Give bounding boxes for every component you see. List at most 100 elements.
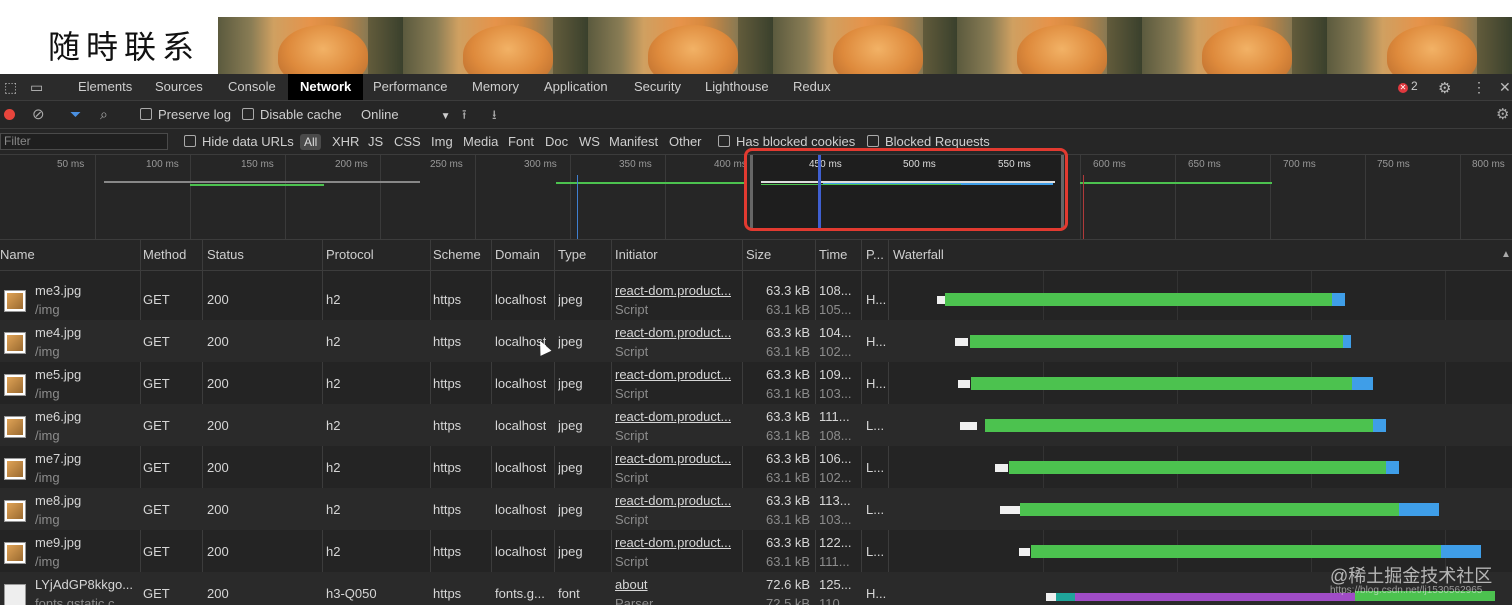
- overview-tick: 650 ms: [1188, 159, 1221, 170]
- filter-manifest[interactable]: Manifest: [609, 129, 658, 154]
- image-thumbnail-icon: [4, 416, 26, 438]
- overview-tick: 300 ms: [524, 159, 557, 170]
- export-har-icon[interactable]: ⭳: [492, 101, 497, 128]
- request-method: GET: [143, 460, 170, 475]
- table-row[interactable]: me8.jpg /img GET 200 h2 https localhost …: [0, 488, 1512, 530]
- initiator-link[interactable]: react-dom.product...: [615, 367, 731, 382]
- table-row[interactable]: me3.jpg /img GET 200 h2 https localhost …: [0, 278, 1512, 320]
- column-domain[interactable]: Domain: [495, 240, 540, 270]
- request-scheme: https: [433, 586, 462, 601]
- filter-css[interactable]: CSS: [394, 129, 421, 154]
- more-options-icon[interactable]: ⋮: [1472, 79, 1486, 96]
- column-priority[interactable]: P...: [866, 240, 884, 270]
- filter-doc[interactable]: Doc: [545, 129, 568, 154]
- cat-image: [587, 17, 773, 74]
- filter-font[interactable]: Font: [508, 129, 534, 154]
- request-domain: localhost: [495, 292, 547, 307]
- clear-icon[interactable]: ⊘: [32, 101, 45, 128]
- column-waterfall[interactable]: Waterfall: [893, 240, 944, 270]
- column-scheme[interactable]: Scheme: [433, 240, 481, 270]
- request-protocol: h2: [326, 334, 341, 349]
- filter-img[interactable]: Img: [431, 129, 453, 154]
- search-icon[interactable]: ⌕: [100, 101, 108, 128]
- network-settings-icon[interactable]: ⚙: [1496, 101, 1509, 128]
- filter-all[interactable]: All: [300, 134, 322, 150]
- inspect-element-icon[interactable]: ⬚: [4, 79, 17, 96]
- request-method: GET: [143, 502, 170, 517]
- tab-security[interactable]: Security: [628, 74, 687, 100]
- request-name: me9.jpg: [35, 535, 82, 550]
- request-priority: L...: [866, 502, 885, 517]
- hide-data-urls-checkbox[interactable]: Hide data URLs: [184, 129, 294, 154]
- request-domain: localhost: [495, 460, 547, 475]
- column-method[interactable]: Method: [143, 240, 186, 270]
- filter-media[interactable]: Media: [463, 129, 498, 154]
- request-status: 200: [207, 292, 229, 307]
- initiator-link[interactable]: react-dom.product...: [615, 409, 731, 424]
- sort-up-icon[interactable]: ▲: [1501, 240, 1511, 270]
- image-gallery: [218, 17, 1512, 74]
- request-time: 113...: [819, 493, 851, 508]
- overview-tick: 750 ms: [1377, 159, 1410, 170]
- request-resource-size: 72.5 kB: [766, 596, 811, 605]
- import-har-icon[interactable]: ⭱: [462, 101, 467, 128]
- filter-js[interactable]: JS: [368, 129, 383, 154]
- tab-console[interactable]: Console: [222, 74, 282, 100]
- tab-lighthouse[interactable]: Lighthouse: [699, 74, 775, 100]
- error-icon: ✕: [1398, 83, 1408, 93]
- throttling-select[interactable]: Online ▼: [361, 101, 450, 128]
- request-size: 63.3 kB: [766, 535, 811, 550]
- tab-elements[interactable]: Elements: [72, 74, 138, 100]
- filter-icon[interactable]: ⏷: [70, 101, 81, 128]
- column-type[interactable]: Type: [558, 240, 586, 270]
- filter-xhr[interactable]: XHR: [332, 129, 359, 154]
- initiator-link[interactable]: react-dom.product...: [615, 535, 731, 550]
- disable-cache-checkbox[interactable]: Disable cache: [242, 101, 342, 128]
- tab-network[interactable]: Network: [288, 74, 364, 100]
- filter-ws[interactable]: WS: [579, 129, 600, 154]
- initiator-link[interactable]: about: [615, 577, 648, 592]
- tab-performance[interactable]: Performance: [367, 74, 453, 100]
- error-badge[interactable]: ✕ 2: [1398, 79, 1418, 93]
- request-status: 200: [207, 460, 229, 475]
- page-title: 随時联系: [48, 28, 201, 66]
- initiator-link[interactable]: react-dom.product...: [615, 493, 731, 508]
- settings-gear-icon[interactable]: ⚙: [1438, 79, 1451, 97]
- column-status[interactable]: Status: [207, 240, 244, 270]
- table-row[interactable]: me9.jpg /img GET 200 h2 https localhost …: [0, 530, 1512, 572]
- watermark-url: https://blog.csdn.net/lj1530562965: [1330, 585, 1483, 596]
- column-name[interactable]: Name: [0, 240, 35, 270]
- table-row[interactable]: me4.jpg /img GET 200 h2 https localhost …: [0, 320, 1512, 362]
- initiator-link[interactable]: react-dom.product...: [615, 325, 731, 340]
- filter-input[interactable]: Filter: [0, 133, 168, 150]
- request-domain: localhost: [495, 376, 547, 391]
- tab-sources[interactable]: Sources: [149, 74, 209, 100]
- request-latency: 103...: [819, 512, 852, 527]
- request-size: 63.3 kB: [766, 493, 811, 508]
- close-icon[interactable]: ✕: [1499, 79, 1511, 96]
- table-row[interactable]: LYjAdGP8kkgo... fonts.gstatic.c... GET 2…: [0, 572, 1512, 605]
- overview-tick: 150 ms: [241, 159, 274, 170]
- table-row[interactable]: me7.jpg /img GET 200 h2 https localhost …: [0, 446, 1512, 488]
- preserve-log-checkbox[interactable]: Preserve log: [140, 101, 231, 128]
- overview-tick: 600 ms: [1093, 159, 1126, 170]
- filter-other[interactable]: Other: [669, 129, 702, 154]
- column-initiator[interactable]: Initiator: [615, 240, 658, 270]
- overview-tick: 400 ms: [714, 159, 747, 170]
- overview-tick: 800 ms: [1472, 159, 1505, 170]
- tab-redux[interactable]: Redux: [787, 74, 837, 100]
- tab-memory[interactable]: Memory: [466, 74, 525, 100]
- initiator-link[interactable]: react-dom.product...: [615, 283, 731, 298]
- record-icon[interactable]: [4, 101, 15, 128]
- device-toolbar-icon[interactable]: ▭: [30, 79, 43, 96]
- initiator-link[interactable]: react-dom.product...: [615, 451, 731, 466]
- table-row[interactable]: me6.jpg /img GET 200 h2 https localhost …: [0, 404, 1512, 446]
- overview-tick: 350 ms: [619, 159, 652, 170]
- request-status: 200: [207, 376, 229, 391]
- column-size[interactable]: Size: [746, 240, 771, 270]
- request-priority: H...: [866, 586, 887, 601]
- column-time[interactable]: Time: [819, 240, 847, 270]
- table-row[interactable]: me5.jpg /img GET 200 h2 https localhost …: [0, 362, 1512, 404]
- tab-application[interactable]: Application: [538, 74, 614, 100]
- column-protocol[interactable]: Protocol: [326, 240, 374, 270]
